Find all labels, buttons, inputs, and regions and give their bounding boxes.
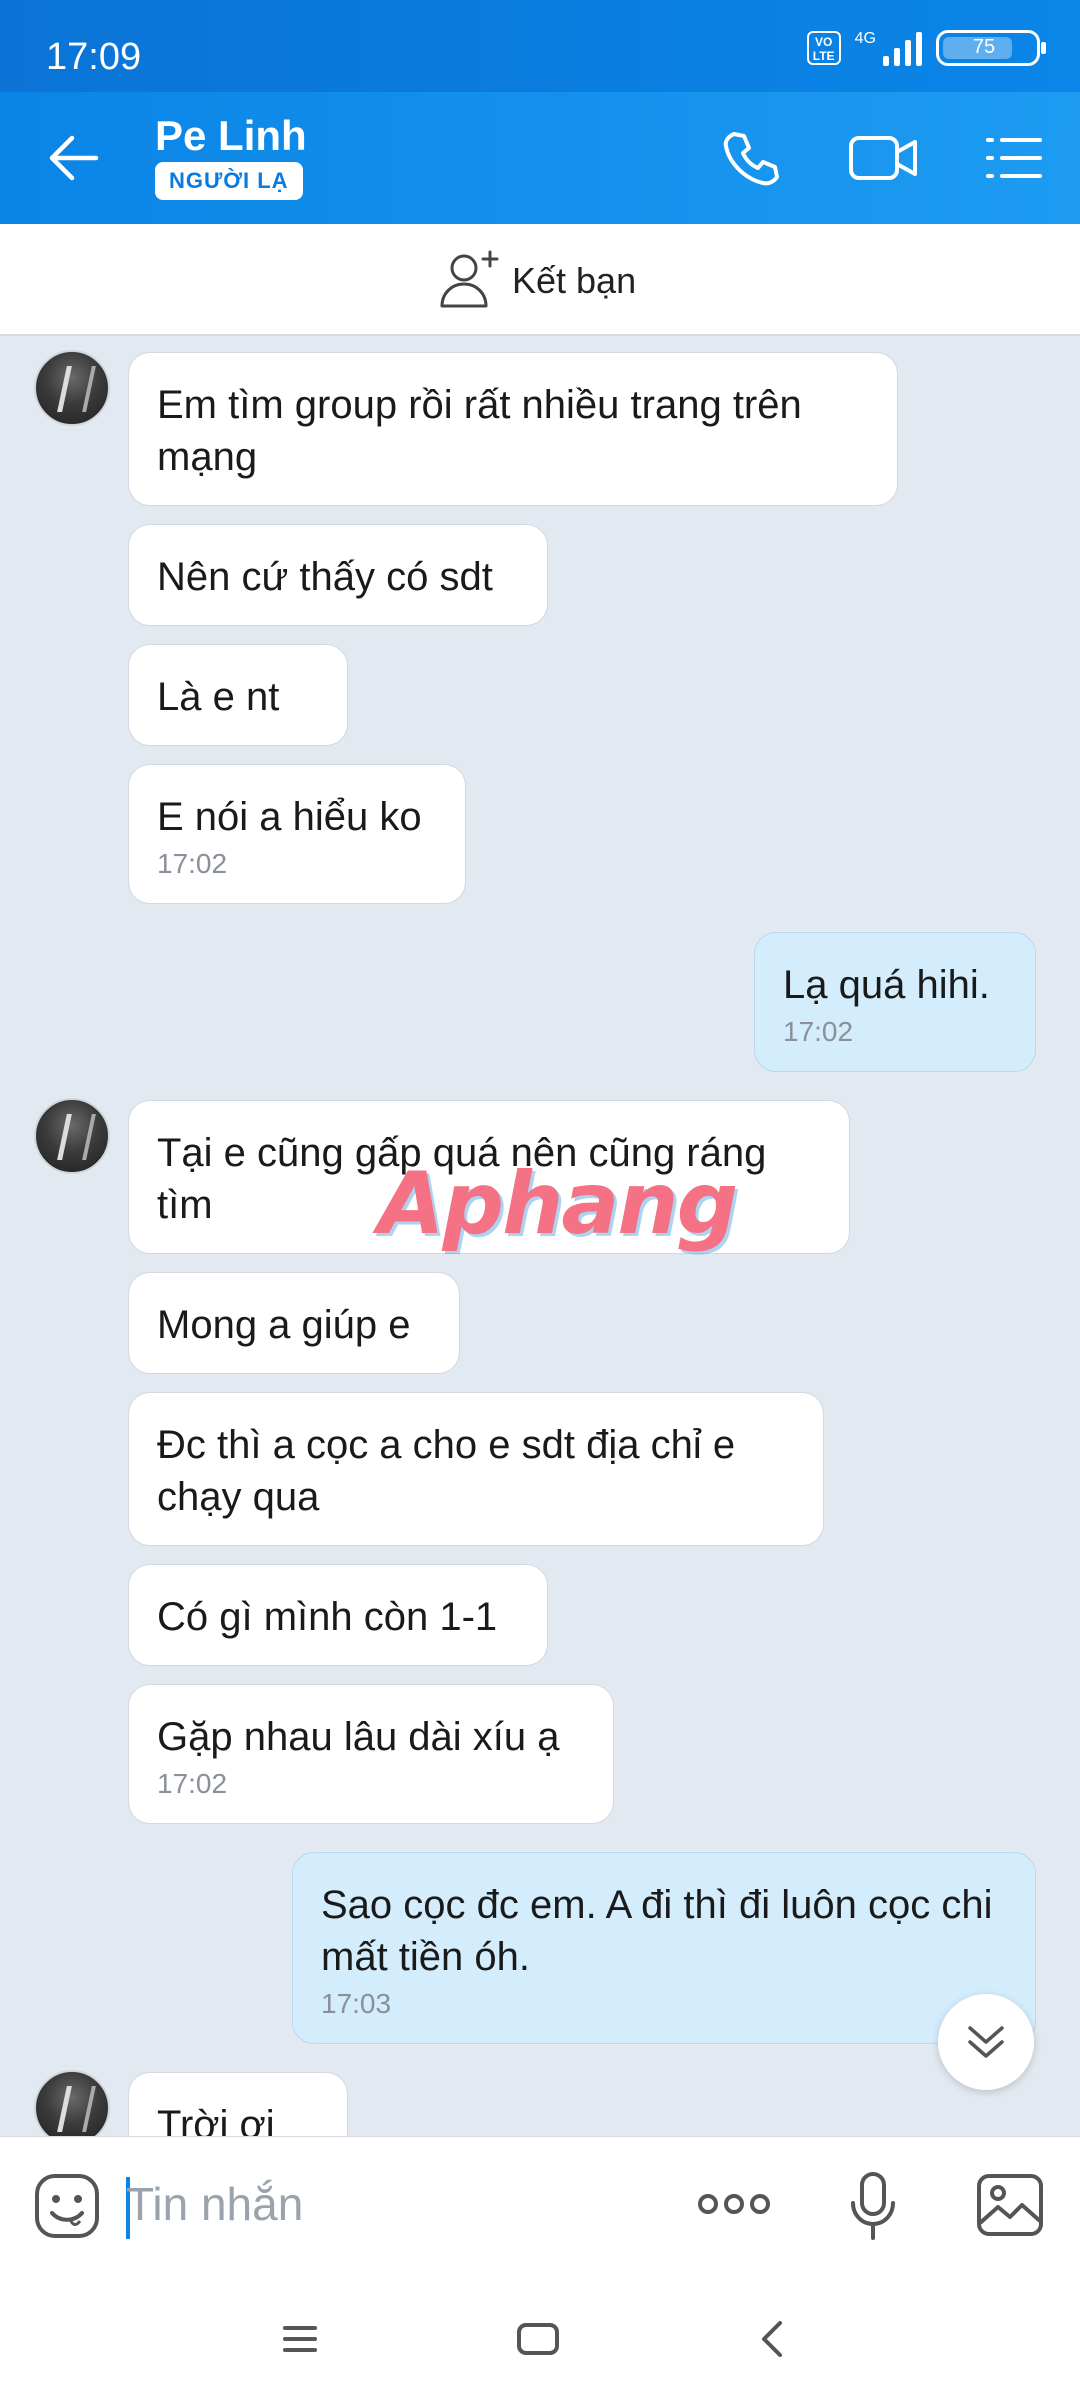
add-friend-icon: [440, 250, 499, 308]
nav-menu-icon[interactable]: [282, 2324, 318, 2354]
message-bubble[interactable]: Đc thì a cọc a cho e sdt địa chỉ e chạy …: [128, 1392, 824, 1546]
more-icon[interactable]: [696, 2189, 772, 2219]
message-time: 17:02: [783, 1016, 854, 1047]
video-call-icon[interactable]: [848, 128, 920, 188]
nav-back-icon[interactable]: [760, 2320, 784, 2358]
phone-icon[interactable]: [720, 128, 780, 188]
message-input[interactable]: Tin nhắn: [126, 2177, 303, 2231]
microphone-icon[interactable]: [848, 2171, 898, 2241]
network-type: 4G: [854, 30, 876, 47]
volte-icon: VO LTE: [806, 31, 841, 65]
message-time: 17:02: [157, 1768, 228, 1799]
message-bubble[interactable]: Em tìm group rồi rất nhiều trang trên mạ…: [128, 352, 898, 506]
message-bubble-sent[interactable]: Sao cọc đc em. A đi thì đi luôn cọc chi …: [292, 1852, 1036, 2044]
message-bubble[interactable]: Là e nt: [128, 644, 348, 746]
message-text: Lạ quá hihi.: [783, 963, 990, 1007]
back-arrow-icon[interactable]: [46, 130, 102, 186]
avatar[interactable]: [34, 1098, 110, 1174]
scroll-down-button[interactable]: [938, 1994, 1034, 2090]
avatar[interactable]: [34, 2070, 110, 2136]
message-text: Đc thì a cọc a cho e sdt địa chỉ e chạy …: [157, 1423, 736, 1519]
message-time: 17:03: [321, 1988, 392, 2019]
message-text: Mong a giúp e: [157, 1303, 411, 1347]
chat-header: Pe Linh NGƯỜI LẠ: [0, 92, 1080, 224]
message-text: Nên cứ thấy có sdt: [157, 555, 493, 599]
nav-home-icon[interactable]: [516, 2322, 560, 2356]
system-nav-bar: [0, 2274, 1080, 2400]
message-text: Em tìm group rồi rất nhiều trang trên mạ…: [157, 383, 802, 479]
message-bubble[interactable]: Gặp nhau lâu dài xíu ạ 17:02: [128, 1684, 614, 1824]
message-text: E nói a hiểu ko: [157, 795, 422, 839]
status-time: 17:09: [46, 36, 142, 78]
contact-name[interactable]: Pe Linh: [155, 112, 307, 160]
message-text: Là e nt: [157, 675, 280, 719]
signal-icon: 4G: [855, 30, 922, 66]
emoji-icon[interactable]: [34, 2173, 100, 2239]
message-bubble[interactable]: Có gì mình còn 1-1: [128, 1564, 548, 1666]
message-text: Gặp nhau lâu dài xíu ạ: [157, 1715, 560, 1759]
message-text: Có gì mình còn 1-1: [157, 1595, 498, 1639]
scroll-down-icon: [968, 2026, 1004, 2058]
watermark-logo: Aphang: [378, 1154, 738, 1254]
menu-list-icon[interactable]: [984, 134, 1044, 184]
battery-level: 75: [972, 36, 996, 58]
add-friend-label: Kết bạn: [512, 260, 637, 301]
add-friend-bar[interactable]: Kết bạn: [0, 224, 1080, 336]
message-bubble[interactable]: Trời ơi: [128, 2072, 348, 2136]
message-time: 17:02: [157, 848, 228, 879]
message-bubble[interactable]: Nên cứ thấy có sdt: [128, 524, 548, 626]
message-text: Sao cọc đc em. A đi thì đi luôn cọc chi …: [321, 1883, 993, 1979]
message-bubble-sent[interactable]: Lạ quá hihi. 17:02: [754, 932, 1036, 1072]
message-input-bar: Tin nhắn: [0, 2136, 1080, 2275]
message-bubble[interactable]: E nói a hiểu ko 17:02: [128, 764, 466, 904]
image-icon[interactable]: [976, 2173, 1044, 2237]
message-text: Trời ơi: [157, 2103, 275, 2136]
message-bubble[interactable]: Mong a giúp e: [128, 1272, 460, 1374]
avatar[interactable]: [34, 350, 110, 426]
battery-icon: 75: [936, 30, 1046, 66]
stranger-badge: NGƯỜI LẠ: [155, 162, 303, 200]
status-bar: 17:09 VO LTE 4G 75: [0, 0, 1080, 92]
